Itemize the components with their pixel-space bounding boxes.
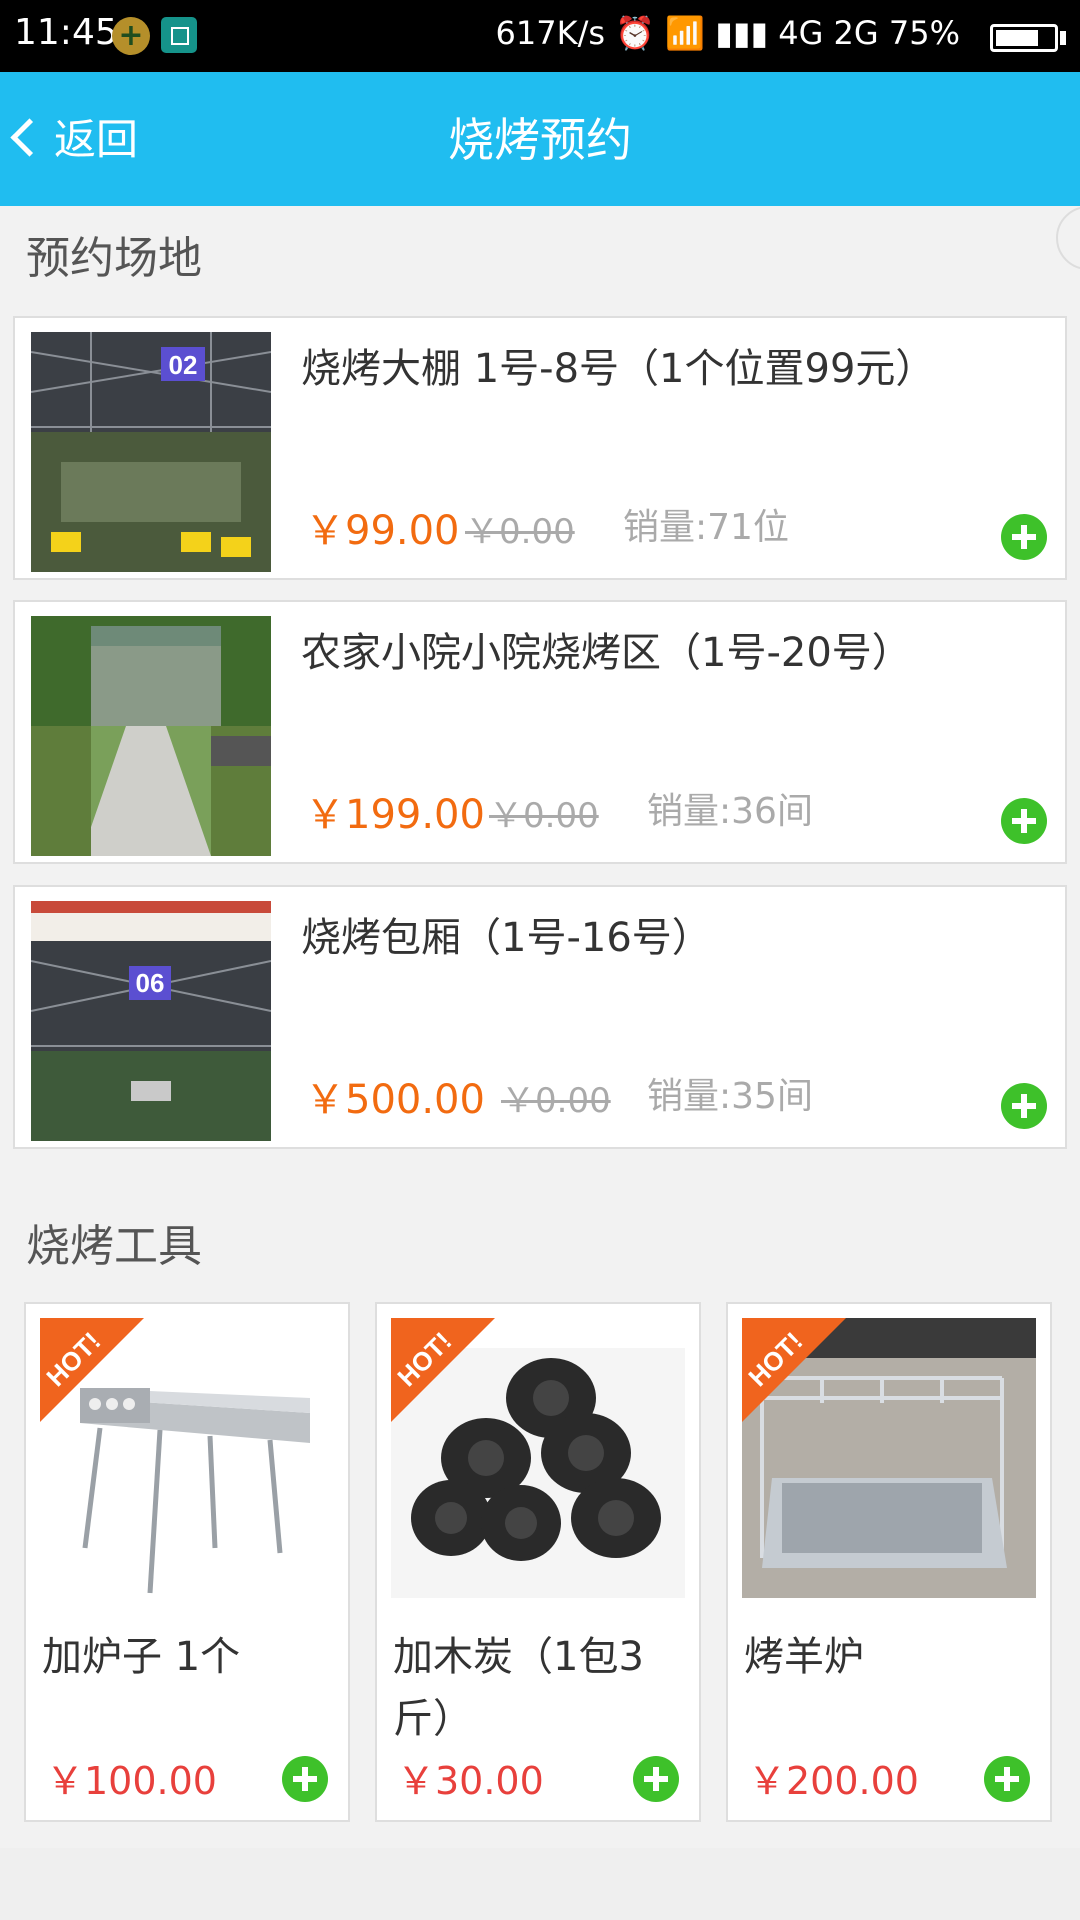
venue-title: 烧烤包厢（1号-16号） [301,915,712,961]
venue-thumbnail[interactable]: 02 [31,332,271,572]
battery-icon [990,24,1058,52]
venue-thumbnail[interactable] [31,616,271,856]
venue-price: ￥500.00 [305,1077,485,1123]
tool-price: ￥200.00 [748,1759,919,1803]
add-to-cart-button[interactable] [282,1756,328,1802]
screenshot-icon [161,17,197,53]
svg-text:02: 02 [169,350,198,380]
tool-image[interactable]: HOT! [391,1318,685,1598]
edge-decoration [1056,206,1080,270]
venue-sales: 销量:36间 [647,791,813,832]
svg-text:06: 06 [136,968,165,998]
venue-original-price: ￥0.00 [465,512,575,552]
venue-sales: 销量:35间 [647,1076,813,1117]
status-indicators: 617K/s ⏰ 📶 ▮▮▮ 4G 2G 75% [496,14,961,52]
battery-tip [1060,31,1066,45]
tool-card[interactable]: HOT! 加炉子 1个 ￥100.00 [24,1302,350,1822]
status-time: 11:45 [14,12,118,53]
tool-image[interactable]: HOT! [40,1318,334,1598]
tool-name: 烤羊炉 [744,1634,864,1680]
venue-price: ￥99.00 [305,508,460,554]
bbq-shed-photo: 02 [31,332,271,572]
plus-notification-icon: + [112,17,150,55]
title-bar: 返回 烧烤预约 [0,72,1080,206]
venue-card[interactable]: 02 烧烤大棚 1号-8号（1个位置99元） ￥99.00 ￥0.00 销量:7… [13,316,1067,580]
courtyard-photo [31,616,271,856]
bottom-area [0,1848,1080,1920]
venue-title: 烧烤大棚 1号-8号（1个位置99元） [301,346,936,392]
tool-name: 加炉子 1个 [42,1634,241,1680]
venue-title: 农家小院小院烧烤区（1号-20号） [301,630,912,676]
battery-fill [996,30,1038,46]
tool-price: ￥100.00 [46,1759,217,1803]
add-to-cart-button[interactable] [633,1756,679,1802]
tool-image[interactable]: HOT! [742,1318,1036,1598]
add-to-cart-button[interactable] [984,1756,1030,1802]
venue-card[interactable]: 农家小院小院烧烤区（1号-20号） ￥199.00 ￥0.00 销量:36间 [13,600,1067,864]
network-speed-and-signal: 617K/s ⏰ 📶 ▮▮▮ 4G 2G [495,14,879,52]
page-title: 烧烤预约 [448,113,632,167]
status-bar: 11:45 + 617K/s ⏰ 📶 ▮▮▮ 4G 2G 75% [0,0,1080,72]
venue-sales: 销量:71位 [623,507,789,548]
bbq-room-photo: 06 [31,901,271,1141]
venue-original-price: ￥0.00 [489,796,599,836]
venue-original-price: ￥0.00 [501,1081,611,1121]
battery-percent: 75% [888,14,960,52]
tools-section-header: 烧烤工具 [26,1221,202,1272]
venue-price: ￥199.00 [305,792,485,838]
add-to-cart-button[interactable] [1001,1083,1047,1129]
add-to-cart-button[interactable] [1001,798,1047,844]
venue-thumbnail[interactable]: 06 [31,901,271,1141]
venues-section-header: 预约场地 [26,233,202,284]
tool-card[interactable]: HOT! 烤羊炉 ￥200.00 [726,1302,1052,1822]
add-to-cart-button[interactable] [1001,514,1047,560]
tool-name: 加木炭（1包3斤） [393,1634,644,1742]
venue-card[interactable]: 06 烧烤包厢（1号-16号） ￥500.00 ￥0.00 销量:35间 [13,885,1067,1149]
tool-card[interactable]: HOT! 加木炭（1包3斤） ￥30.00 [375,1302,701,1822]
tool-price: ￥30.00 [397,1759,544,1803]
